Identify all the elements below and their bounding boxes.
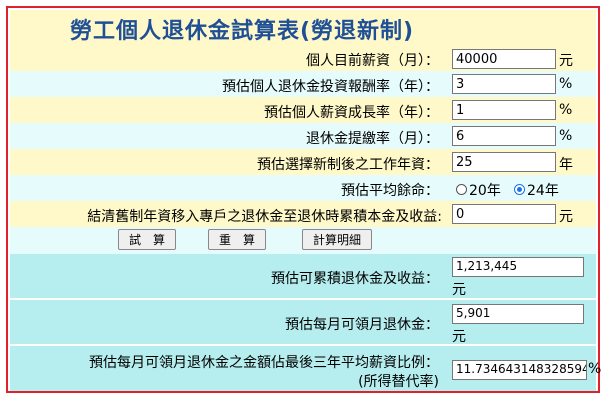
- salary-growth-input[interactable]: [452, 100, 556, 120]
- row-transfer: 結清舊制年資移入專戶之退休金至退休時累積本金及收益: 元: [10, 201, 596, 227]
- row-ratio: 預估每月可領月退休金之金額佔最後三年平均薪資比例： (所得替代率) 11.734…: [10, 346, 601, 391]
- monthly-unit: 元: [452, 329, 466, 345]
- ratio-output[interactable]: 11.734643148328594: [452, 360, 587, 380]
- salary-label: 個人目前薪資（月）：: [306, 53, 439, 69]
- row-buttons: 試 算 重 算 計算明細: [10, 227, 596, 254]
- row-contribution-rate: 退休金提繳率（月）： %: [10, 123, 596, 149]
- transfer-unit: 元: [559, 209, 573, 225]
- contribution-rate-input[interactable]: [452, 126, 556, 146]
- calculator-frame: 勞工個人退休金試算表(勞退新制) 個人目前薪資（月）： 元 預估個人退休金投資報…: [6, 6, 601, 393]
- transfer-input[interactable]: [452, 204, 556, 224]
- radio-24-years-label: 24年: [527, 183, 559, 199]
- salary-growth-unit: %: [559, 102, 573, 118]
- return-rate-unit: %: [559, 76, 573, 92]
- radio-20-years-label: 20年: [469, 183, 501, 199]
- salary-input[interactable]: [452, 49, 556, 69]
- work-years-label: 預估選擇新制後之工作年資：: [257, 157, 439, 173]
- accumulated-output[interactable]: 1,213,445: [452, 257, 584, 277]
- radio-24-years[interactable]: [514, 184, 525, 195]
- row-salary: 個人目前薪資（月）： 元: [10, 46, 596, 71]
- row-life-expectancy: 預估平均餘命： 20年 24年: [10, 175, 596, 201]
- contribution-rate-unit: %: [559, 128, 573, 144]
- life-expectancy-options: 20年 24年: [452, 180, 592, 199]
- row-return-rate: 預估個人退休金投資報酬率（年）： %: [10, 71, 596, 97]
- ratio-unit: %: [588, 361, 602, 377]
- detail-button[interactable]: 計算明細: [302, 229, 372, 250]
- salary-growth-label: 預估個人薪資成長率（年）：: [264, 105, 439, 121]
- reset-button[interactable]: 重 算: [208, 229, 266, 250]
- monthly-output[interactable]: 5,901: [452, 304, 584, 324]
- page-title: 勞工個人退休金試算表(勞退新制): [70, 19, 415, 44]
- monthly-label: 預估每月可領月退休金：: [285, 317, 439, 333]
- return-rate-label: 預估個人退休金投資報酬率（年）：: [222, 79, 439, 95]
- ratio-sublabel: (所得替代率): [358, 374, 439, 390]
- ratio-label: 預估每月可領月退休金之金額佔最後三年平均薪資比例：: [89, 355, 439, 371]
- work-years-input[interactable]: [452, 152, 556, 172]
- row-work-years: 預估選擇新制後之工作年資： 年: [10, 149, 596, 175]
- calculate-button[interactable]: 試 算: [118, 229, 176, 250]
- life-expectancy-label: 預估平均餘命：: [341, 183, 439, 199]
- row-salary-growth: 預估個人薪資成長率（年）： %: [10, 97, 596, 123]
- title-row: 勞工個人退休金試算表(勞退新制): [10, 10, 596, 46]
- accumulated-unit: 元: [452, 282, 466, 298]
- return-rate-input[interactable]: [452, 74, 556, 94]
- transfer-label: 結清舊制年資移入專戶之退休金至退休時累積本金及收益:: [87, 209, 442, 225]
- accumulated-label: 預估可累積退休金及收益：: [271, 271, 439, 287]
- work-years-unit: 年: [559, 157, 573, 173]
- radio-20-years[interactable]: [456, 184, 467, 195]
- salary-unit: 元: [559, 53, 573, 69]
- contribution-rate-label: 退休金提繳率（月）：: [306, 131, 439, 147]
- row-monthly: 預估每月可領月退休金： 5,901 元: [10, 300, 596, 345]
- row-accumulated: 預估可累積退休金及收益： 1,213,445 元: [10, 254, 596, 299]
